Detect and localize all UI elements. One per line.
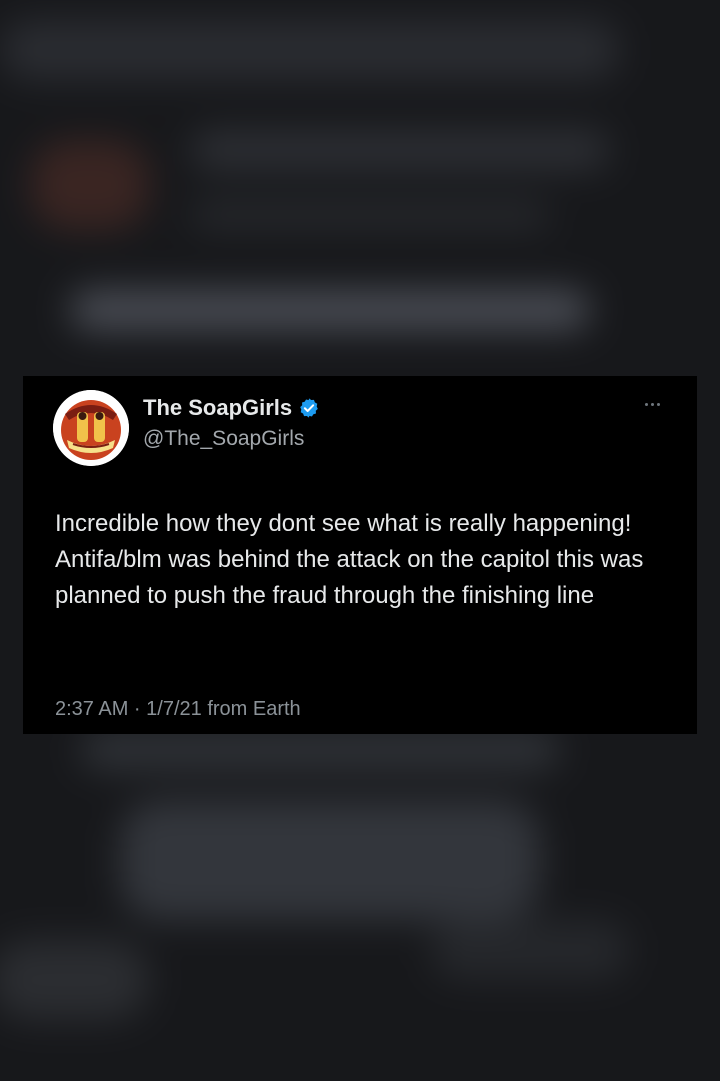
avatar[interactable] — [53, 390, 129, 466]
avatar-logo-image — [53, 390, 129, 466]
verified-badge-icon — [300, 398, 318, 418]
tweet-text: Incredible how they dont see what is rea… — [55, 510, 644, 609]
more-options-icon[interactable] — [637, 394, 667, 414]
tweet-card[interactable]: The SoapGirls @The_SoapGirls Incredible … — [23, 376, 697, 734]
screenshot-page: The SoapGirls @The_SoapGirls Incredible … — [0, 0, 720, 1081]
author-name-row[interactable]: The SoapGirls — [143, 394, 320, 422]
user-handle[interactable]: @The_SoapGirls — [143, 426, 304, 452]
display-name[interactable]: The SoapGirls — [143, 394, 292, 422]
tweet-timestamp[interactable]: 2:37 AM · 1/7/21 from Earth — [55, 696, 301, 722]
